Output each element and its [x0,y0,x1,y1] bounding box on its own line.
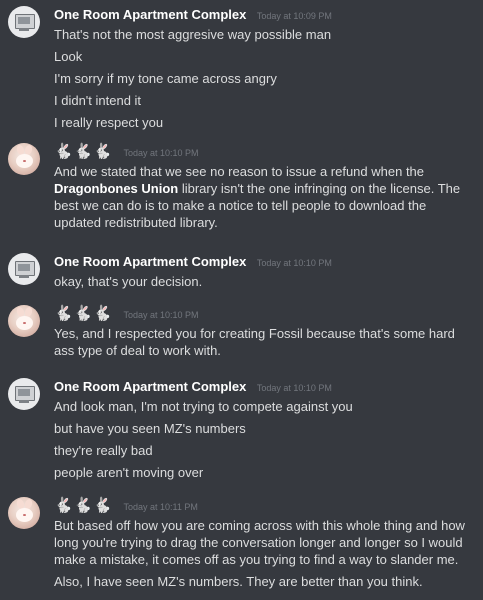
desktop-computer-avatar[interactable] [8,378,40,410]
rabbit-emoji-username[interactable]: 🐇🐇🐇 [54,305,113,323]
message-text: I didn't intend it [54,93,142,108]
message-header: One Room Apartment Complex Today at 10:1… [54,378,332,396]
message-text-part: And we stated that we see no reason to i… [54,164,425,179]
desktop-computer-avatar[interactable] [8,6,40,38]
message-text: That's not the most aggresive way possib… [54,27,332,42]
bunny-avatar[interactable] [8,305,40,337]
timestamp: Today at 10:10 PM [256,258,332,268]
message-text: I'm sorry if my tone came across angry [54,71,277,86]
message-text: Also, I have seen MZ's numbers. They are… [54,574,423,589]
rabbit-emoji-username[interactable]: 🐇🐇🐇 [54,497,113,515]
message-text: But based off how you are coming across … [54,518,465,567]
timestamp: Today at 10:10 PM [123,310,199,320]
message-text: Yes, and I respected you for creating Fo… [54,326,455,358]
message-text: okay, that's your decision. [54,274,203,289]
message-text: I really respect you [54,115,164,130]
message-header: 🐇🐇🐇 Today at 10:11 PM [54,497,198,515]
desktop-computer-avatar[interactable] [8,253,40,285]
chat-message-list: One Room Apartment Complex Today at 10:0… [0,0,483,600]
message-header: One Room Apartment Complex Today at 10:0… [54,6,332,24]
username[interactable]: One Room Apartment Complex [54,379,246,394]
timestamp: Today at 10:09 PM [256,11,332,21]
message-text: but have you seen MZ's numbers [54,421,246,436]
message-header: 🐇🐇🐇 Today at 10:10 PM [54,305,199,323]
library-name: Dragonbones Union [54,181,179,196]
timestamp: Today at 10:10 PM [123,148,199,158]
bunny-avatar[interactable] [8,497,40,529]
message-text: Look [54,49,83,64]
username[interactable]: One Room Apartment Complex [54,7,246,22]
timestamp: Today at 10:11 PM [123,502,198,512]
message-text: people aren't moving over [54,465,204,480]
message-text: And look man, I'm not trying to compete … [54,399,353,414]
bunny-avatar[interactable] [8,143,40,175]
message-header: One Room Apartment Complex Today at 10:1… [54,253,332,271]
username[interactable]: One Room Apartment Complex [54,254,246,269]
message-text: they're really bad [54,443,153,458]
message-text: And we stated that we see no reason to i… [54,163,476,231]
rabbit-emoji-username[interactable]: 🐇🐇🐇 [54,143,113,161]
timestamp: Today at 10:10 PM [256,383,332,393]
message-header: 🐇🐇🐇 Today at 10:10 PM [54,143,199,161]
